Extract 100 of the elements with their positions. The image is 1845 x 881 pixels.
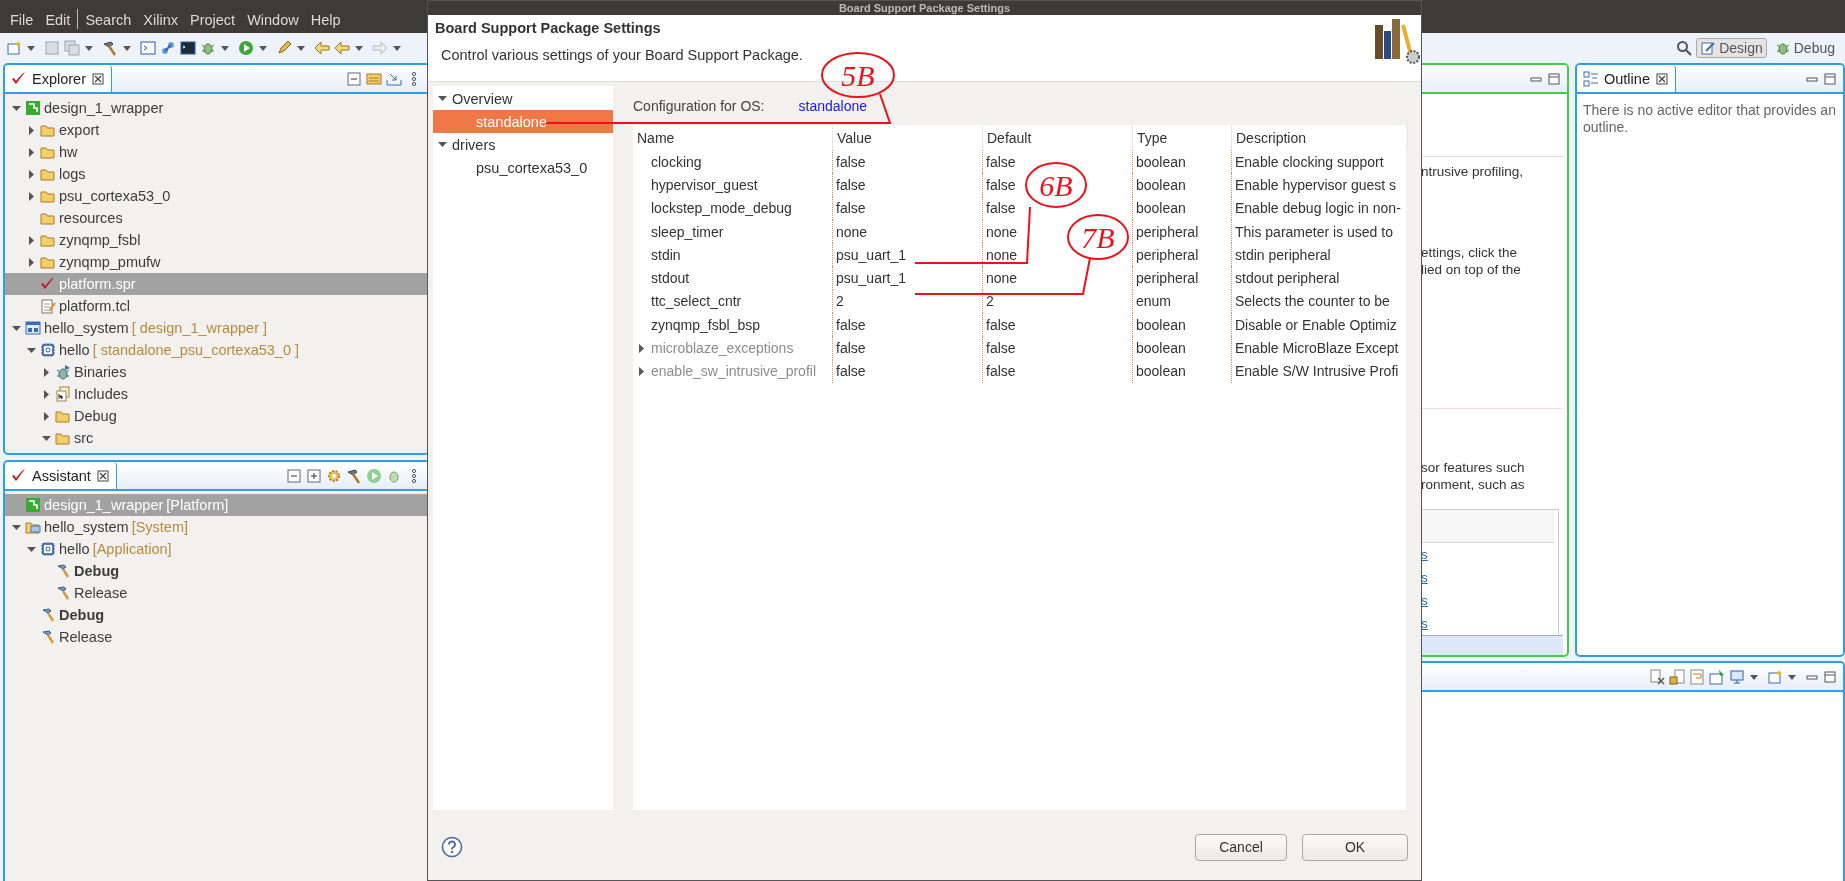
link[interactable]: s bbox=[1421, 566, 1428, 589]
console-icon[interactable] bbox=[180, 40, 196, 56]
tree-item[interactable]: Release bbox=[5, 626, 428, 648]
dropdown-caret-icon[interactable] bbox=[122, 43, 132, 53]
table-cell-text: Enable MicroBlaze Except bbox=[1234, 339, 1400, 358]
menu-item[interactable]: File bbox=[4, 11, 40, 29]
tree-item[interactable]: Debug bbox=[5, 405, 428, 427]
monitor-icon[interactable] bbox=[1729, 668, 1745, 685]
tree-item[interactable]: design_1_wrapper bbox=[5, 97, 428, 119]
column-header[interactable]: Default bbox=[983, 125, 1133, 150]
dropdown-caret-icon[interactable] bbox=[296, 43, 306, 53]
tree-item[interactable]: Debug bbox=[5, 604, 428, 626]
column-header[interactable]: Value bbox=[833, 125, 983, 150]
tree-item[interactable]: hello_system [ design_1_wrapper ] bbox=[5, 317, 428, 339]
tree-item[interactable]: psu_cortexa53_0 bbox=[433, 156, 613, 179]
perspective-button[interactable]: Design bbox=[1696, 38, 1767, 58]
table-cell: microblaze_exceptions bbox=[633, 336, 833, 360]
tree-item[interactable]: zynqmp_fsbl bbox=[5, 229, 428, 251]
table-cell: boolean bbox=[1133, 336, 1232, 360]
triangle-icon[interactable] bbox=[41, 410, 52, 422]
column-header[interactable]: Description bbox=[1232, 125, 1408, 150]
table-cell-text: Disable or Enable Optimiz bbox=[1234, 315, 1398, 335]
scroll-lock-icon[interactable] bbox=[1669, 668, 1685, 685]
back-arrow-icon[interactable] bbox=[314, 40, 330, 56]
terminal-icon[interactable] bbox=[140, 40, 156, 56]
triangle-icon[interactable] bbox=[41, 366, 52, 378]
close-icon[interactable] bbox=[91, 71, 105, 86]
triangle-icon[interactable] bbox=[26, 256, 37, 268]
pencil-icon[interactable] bbox=[276, 40, 292, 56]
dropdown-caret-icon[interactable] bbox=[354, 43, 364, 53]
perspective-button[interactable]: Debug bbox=[1770, 38, 1839, 58]
dropdown-caret-icon[interactable] bbox=[392, 43, 402, 53]
tree-item[interactable]: export bbox=[5, 119, 428, 141]
tree-item[interactable]: resources bbox=[5, 207, 428, 229]
back-arrow-icon[interactable] bbox=[334, 40, 350, 56]
menu-item[interactable]: Xilinx bbox=[137, 11, 184, 29]
tree-item[interactable]: hw bbox=[5, 141, 428, 163]
link[interactable]: s bbox=[1421, 589, 1428, 612]
column-header[interactable]: Name bbox=[633, 125, 833, 150]
collapse-all-icon[interactable] bbox=[286, 467, 302, 484]
menu-item[interactable]: Search bbox=[79, 11, 138, 29]
bug-icon[interactable] bbox=[200, 40, 216, 56]
cancel-button[interactable]: Cancel bbox=[1195, 833, 1287, 861]
triangle-icon[interactable] bbox=[26, 168, 37, 180]
triangle-icon[interactable] bbox=[26, 234, 37, 246]
triangle-icon[interactable] bbox=[437, 139, 448, 150]
menu-item[interactable]: Help bbox=[304, 11, 347, 29]
maximize-icon[interactable] bbox=[1823, 71, 1837, 86]
tree-item[interactable]: zynqmp_pmufw bbox=[5, 251, 428, 273]
tree-item[interactable]: hello_system [System] bbox=[5, 516, 428, 538]
panel-tab[interactable]: Explorer bbox=[5, 65, 112, 92]
triangle-icon[interactable] bbox=[26, 146, 37, 158]
item-label: psu_cortexa53_0 bbox=[476, 159, 588, 176]
link-icon[interactable] bbox=[160, 40, 176, 56]
dropdown-caret-icon[interactable] bbox=[220, 43, 230, 53]
dropdown-caret-icon[interactable] bbox=[258, 43, 268, 53]
run-icon[interactable] bbox=[238, 40, 254, 56]
menu-item[interactable]: Edit bbox=[39, 11, 77, 29]
clear-console-icon[interactable] bbox=[1649, 668, 1665, 685]
expand-all-icon[interactable] bbox=[306, 467, 322, 484]
table-cell: peripheral bbox=[1133, 266, 1232, 290]
tree-item[interactable]: Includes bbox=[5, 383, 428, 405]
close-icon[interactable] bbox=[1654, 71, 1669, 86]
include-icon bbox=[55, 386, 71, 402]
triangle-icon[interactable] bbox=[26, 124, 37, 136]
tree-item[interactable]: hello [Application] bbox=[5, 538, 428, 560]
tree-item[interactable]: Debug bbox=[5, 560, 428, 582]
pin-icon[interactable] bbox=[1709, 668, 1725, 685]
menu-item[interactable]: Project bbox=[184, 11, 242, 29]
tree-item[interactable]: Binaries bbox=[5, 361, 428, 383]
column-header[interactable]: Type bbox=[1133, 125, 1232, 150]
menu-item[interactable]: Window bbox=[241, 11, 305, 29]
tree-item[interactable]: Overview bbox=[433, 87, 613, 110]
triangle-icon[interactable] bbox=[41, 388, 52, 400]
tree-item[interactable]: hello [ standalone_psu_cortexa53_0 ] bbox=[5, 339, 428, 361]
dropdown-caret-icon[interactable] bbox=[26, 43, 36, 53]
tree-item[interactable]: platform.tcl bbox=[5, 295, 428, 317]
tree-item[interactable]: src bbox=[5, 427, 428, 449]
panel-tab[interactable]: Assistant bbox=[5, 462, 117, 489]
maximize-icon[interactable] bbox=[1547, 71, 1561, 86]
link[interactable]: s bbox=[1421, 543, 1428, 566]
ok-button[interactable]: OK bbox=[1302, 833, 1408, 861]
triangle-icon[interactable] bbox=[437, 93, 448, 104]
link[interactable]: s bbox=[1421, 612, 1428, 635]
tree-item[interactable]: psu_cortexa53_0 bbox=[5, 185, 428, 207]
folder-icon bbox=[40, 254, 56, 270]
dropdown-caret-icon[interactable] bbox=[84, 43, 94, 53]
tree-item[interactable]: drivers bbox=[433, 133, 613, 156]
tree-item[interactable]: Release bbox=[5, 582, 428, 604]
search-icon[interactable] bbox=[1676, 40, 1693, 56]
collapse-all-icon[interactable] bbox=[346, 70, 362, 87]
tree-item[interactable]: logs bbox=[5, 163, 428, 185]
help-icon[interactable] bbox=[441, 836, 463, 858]
close-icon[interactable] bbox=[95, 468, 110, 483]
hammer-icon[interactable] bbox=[102, 40, 118, 56]
hammer-icon[interactable] bbox=[346, 467, 362, 484]
triangle-icon[interactable] bbox=[26, 190, 37, 202]
gear-icon[interactable] bbox=[326, 467, 342, 484]
panel-tab[interactable]: Outline bbox=[1577, 65, 1676, 92]
maximize-icon[interactable] bbox=[1823, 669, 1837, 684]
